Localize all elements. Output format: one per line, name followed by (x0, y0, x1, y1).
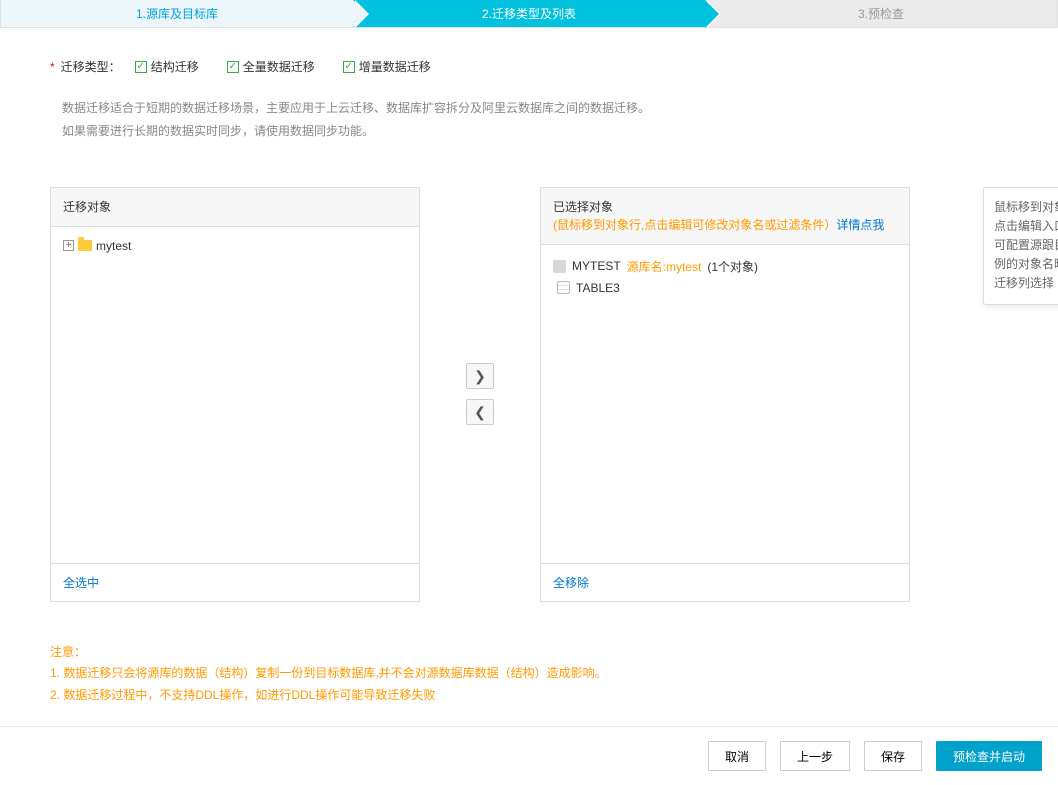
expand-icon[interactable]: + (63, 240, 74, 251)
selected-objects-panel: 已选择对象 (鼠标移到对象行,点击编辑可修改对象名或过滤条件）详情点我 MYTE… (540, 187, 910, 602)
transfer-buttons: ❯ ❮ (420, 187, 540, 602)
notice-block: 注意： 1. 数据迁移只会将源库的数据（结构）复制一份到目标数据库,并不会对源数… (50, 642, 1008, 707)
step-bar: 1.源库及目标库 2.迁移类型及列表 3.预检查 (0, 0, 1058, 28)
source-panel-title: 迁移对象 (51, 188, 419, 227)
checkbox-structure[interactable]: ✓结构迁移 (135, 58, 199, 75)
precheck-button[interactable]: 预检查并启动 (936, 741, 1042, 771)
checkbox-incremental[interactable]: ✓增量数据迁移 (343, 58, 431, 75)
checkbox-full-data[interactable]: ✓全量数据迁移 (227, 58, 315, 75)
database-icon (553, 260, 566, 273)
selected-db-count: (1个对象) (707, 258, 758, 275)
notice-title: 注意： (50, 642, 1008, 664)
table-icon (557, 281, 570, 294)
selected-panel-hint: (鼠标移到对象行,点击编辑可修改对象名或过滤条件） (553, 218, 836, 232)
notice-line-1: 1. 数据迁移只会将源库的数据（结构）复制一份到目标数据库,并不会对源数据库数据… (50, 663, 1008, 685)
cancel-button[interactable]: 取消 (708, 741, 766, 771)
selected-panel-title: 已选择对象 (553, 200, 613, 214)
selected-db-name: MYTEST (572, 259, 621, 273)
step-3: 3.预检查 (705, 0, 1057, 27)
selected-list: MYTEST 源库名:mytest (1个对象) TABLE3 (541, 245, 909, 563)
folder-icon (78, 240, 92, 251)
selected-db-source: 源库名:mytest (627, 258, 702, 275)
footer-actions: 取消 上一步 保存 预检查并启动 (0, 726, 1058, 785)
selected-table-item[interactable]: TABLE3 (553, 278, 897, 298)
tree-item-mytest[interactable]: + mytest (63, 237, 407, 255)
select-all-link[interactable]: 全选中 (63, 576, 99, 590)
move-left-button[interactable]: ❮ (466, 399, 494, 425)
detail-link[interactable]: 详情点我 (836, 218, 884, 232)
selected-panel-header: 已选择对象 (鼠标移到对象行,点击编辑可修改对象名或过滤条件）详情点我 (541, 188, 909, 245)
move-right-button[interactable]: ❯ (466, 363, 494, 389)
description-text: 数据迁移适合于短期的数据迁移场景，主要应用于上云迁移、数据库扩容拆分及阿里云数据… (50, 97, 1008, 143)
migration-type-label: 迁移类型： (61, 58, 121, 75)
prev-button[interactable]: 上一步 (780, 741, 850, 771)
source-objects-panel: 迁移对象 + mytest 全选中 (50, 187, 420, 602)
tree-item-label: mytest (96, 239, 131, 253)
hover-tooltip: 鼠标移到对象上，点击编辑入口，即可配置源跟目标实例的对象名映射及迁移列选择 (983, 187, 1058, 305)
selected-table-name: TABLE3 (576, 281, 620, 295)
step-1[interactable]: 1.源库及目标库 (1, 0, 353, 27)
selected-db-item[interactable]: MYTEST 源库名:mytest (1个对象) (553, 255, 897, 278)
source-tree: + mytest (51, 227, 419, 563)
remove-all-link[interactable]: 全移除 (553, 576, 589, 590)
save-button[interactable]: 保存 (864, 741, 922, 771)
notice-line-2: 2. 数据迁移过程中，不支持DDL操作，如进行DDL操作可能导致迁移失败 (50, 685, 1008, 707)
required-star: * (50, 60, 55, 74)
step-2: 2.迁移类型及列表 (353, 0, 705, 27)
migration-type-row: * 迁移类型： ✓结构迁移 ✓全量数据迁移 ✓增量数据迁移 (50, 58, 1008, 75)
